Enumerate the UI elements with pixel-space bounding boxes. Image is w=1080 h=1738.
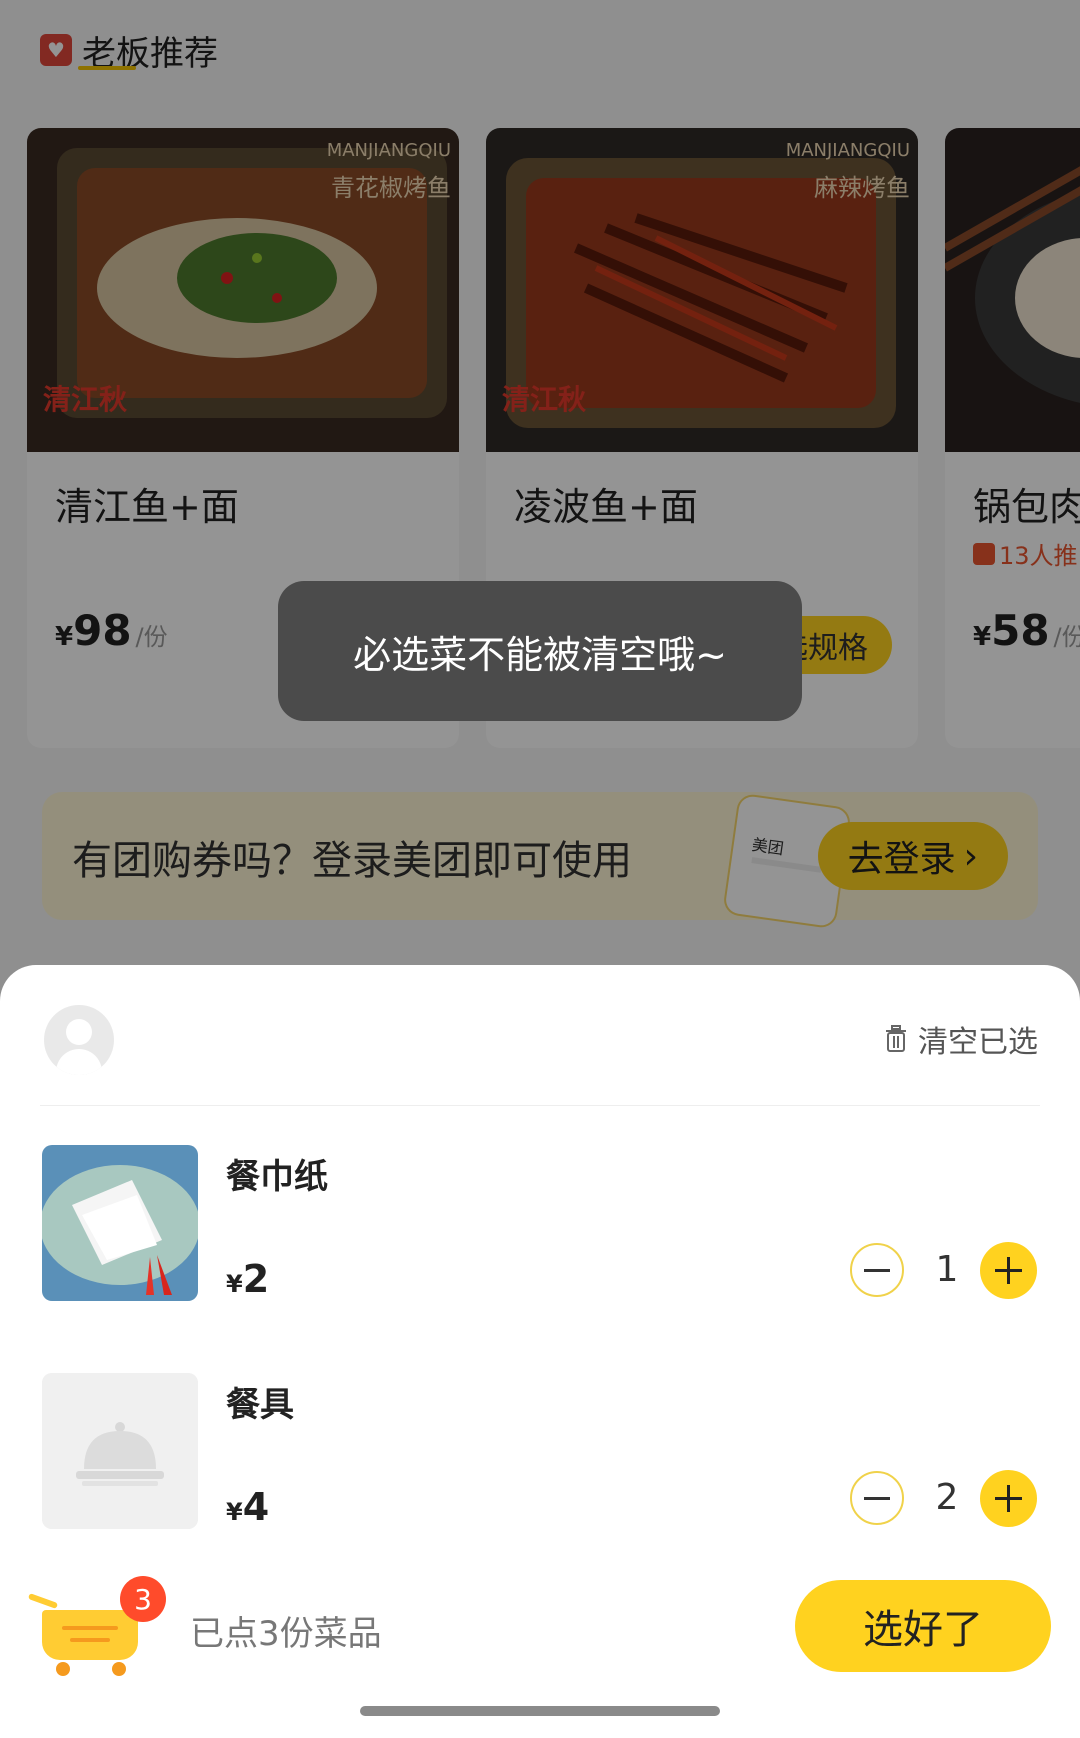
cart-handle <box>27 1593 59 1609</box>
cart-count-badge: 3 <box>120 1576 166 1622</box>
price-value: 4 <box>242 1485 270 1529</box>
price-value: 2 <box>242 1257 270 1301</box>
cart-item: 餐具 ¥ 4 2 <box>42 1373 1042 1531</box>
cart-icon[interactable]: 3 <box>24 1576 166 1680</box>
minus-icon <box>864 1268 890 1272</box>
cart-basket <box>42 1610 138 1660</box>
order-summary-text: 已点3份菜品 <box>190 1614 382 1654</box>
divider <box>40 1105 1040 1106</box>
order-footer-bar: 3 已点3份菜品 选好了 <box>0 1560 1080 1690</box>
plus-icon-vertical <box>1007 1257 1010 1284</box>
toast-message: 必选菜不能被清空哦~ <box>278 581 802 721</box>
cart-wheel <box>56 1662 70 1676</box>
plus-icon-vertical <box>1007 1485 1010 1512</box>
avatar-body <box>56 1049 102 1075</box>
trash-icon <box>886 1025 906 1052</box>
item-thumbnail <box>42 1373 198 1529</box>
cart-item: 餐巾纸 ¥ 2 1 <box>42 1145 1042 1303</box>
avatar-head <box>66 1019 92 1045</box>
quantity-value: 1 <box>935 1249 959 1290</box>
dish-placeholder-icon <box>42 1373 198 1529</box>
confirm-selection-button[interactable]: 选好了 <box>795 1580 1051 1672</box>
item-name: 餐巾纸 <box>226 1157 328 1197</box>
increase-quantity-button[interactable] <box>980 1242 1037 1299</box>
cart-stripe <box>70 1638 110 1642</box>
napkin-image <box>42 1145 198 1301</box>
item-price: ¥ 2 <box>226 1257 269 1301</box>
decrease-quantity-button[interactable] <box>850 1471 904 1525</box>
increase-quantity-button[interactable] <box>980 1470 1037 1527</box>
cart-stripe <box>62 1626 118 1630</box>
currency-symbol: ¥ <box>226 1498 243 1526</box>
clear-selection-label: 清空已选 <box>918 1025 1038 1060</box>
currency-symbol: ¥ <box>226 1270 243 1298</box>
clear-selection-button[interactable]: 清空已选 <box>884 1017 1038 1061</box>
home-indicator[interactable] <box>360 1706 720 1716</box>
decrease-quantity-button[interactable] <box>850 1243 904 1297</box>
avatar-placeholder-icon <box>44 1005 114 1075</box>
cart-wheel <box>112 1662 126 1676</box>
minus-icon <box>864 1496 890 1500</box>
item-name: 餐具 <box>226 1385 294 1425</box>
quantity-value: 2 <box>935 1477 959 1518</box>
item-price: ¥ 4 <box>226 1485 269 1529</box>
item-thumbnail <box>42 1145 198 1301</box>
